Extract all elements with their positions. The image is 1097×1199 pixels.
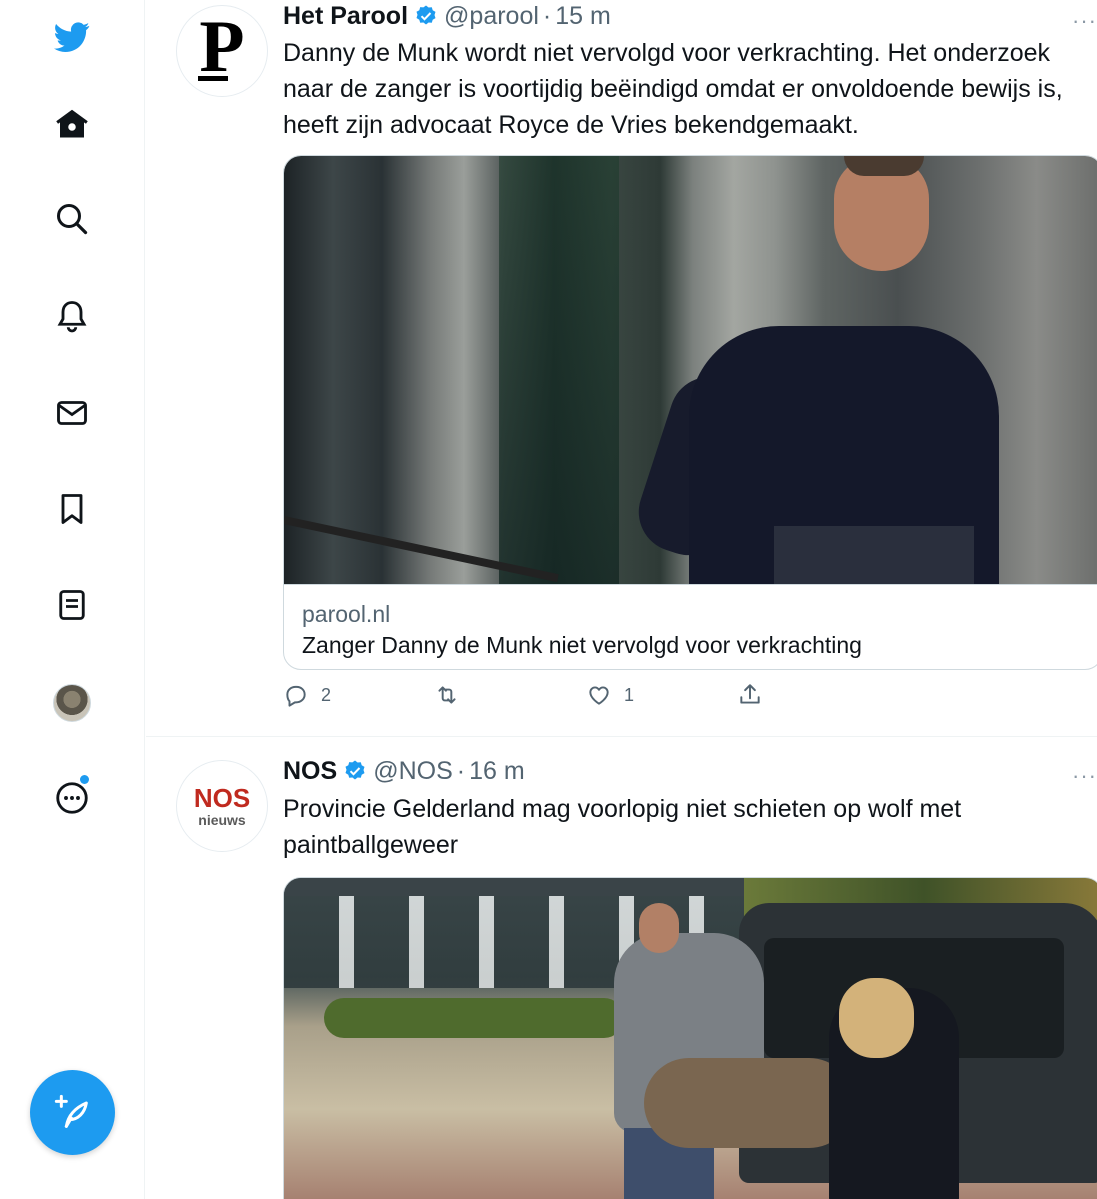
timestamp[interactable]: 15 m (555, 2, 611, 31)
tweet-header: Het Parool @parool · 15 m (283, 0, 611, 32)
card-meta: parool.nl Zanger Danny de Munk niet verv… (284, 584, 1097, 669)
card-image (284, 156, 1097, 584)
parool-logo-bar (198, 76, 228, 81)
like-button[interactable]: 1 (586, 682, 634, 708)
search-icon[interactable] (47, 194, 97, 244)
more-options-icon[interactable]: ··· (1072, 763, 1097, 789)
verified-badge-icon (345, 760, 365, 780)
retweet-icon (438, 686, 456, 704)
timestamp[interactable]: 16 m (469, 757, 525, 786)
home-icon[interactable] (47, 99, 97, 149)
link-card[interactable]: parool.nl Zanger Danny de Munk niet verv… (283, 155, 1097, 670)
tweet-text: Provincie Gelderland mag voorlopig niet … (283, 795, 962, 859)
reply-count: 2 (321, 684, 332, 705)
card-domain: parool.nl (302, 601, 391, 627)
notifications-icon[interactable] (47, 291, 97, 341)
separator: · (542, 1, 552, 30)
nos-logo-text: NOS (193, 783, 251, 813)
tweet-text: Danny de Munk wordt niet vervolgd voor v… (283, 39, 1063, 139)
retweet-button[interactable] (434, 682, 460, 708)
messages-icon[interactable] (47, 388, 97, 438)
more-icon[interactable] (47, 773, 97, 823)
share-icon (740, 684, 760, 704)
heart-icon (589, 686, 609, 705)
tweet-image (284, 878, 1097, 1199)
compose-tweet-button[interactable] (30, 1070, 115, 1155)
compose-tweet-icon (54, 1094, 88, 1128)
tweet[interactable]: NOS nieuws NOS @NOS · 16 m ··· Provincie… (146, 738, 1097, 1199)
notification-dot (80, 775, 89, 784)
parool-logo: P (199, 6, 245, 88)
twitter-logo-icon[interactable] (47, 12, 97, 62)
like-count: 1 (624, 684, 635, 705)
nos-logo: NOS nieuws (194, 785, 250, 827)
reply-icon (286, 685, 306, 707)
verified-badge-icon (416, 5, 436, 25)
profile-avatar[interactable] (53, 684, 91, 722)
more-options-icon[interactable]: ··· (1072, 8, 1097, 34)
share-button[interactable] (737, 682, 763, 708)
card-title: Zanger Danny de Munk niet vervolgd voor … (302, 632, 862, 658)
author-name[interactable]: NOS (283, 757, 337, 786)
media-card[interactable] (283, 877, 1097, 1199)
reply-button[interactable]: 2 (283, 682, 331, 708)
author-handle[interactable]: @parool (444, 2, 539, 31)
author-avatar[interactable]: P (176, 5, 268, 97)
tweet-actions: 2 1 (283, 682, 1097, 718)
tweet-header: NOS @NOS · 16 m (283, 755, 525, 787)
sidebar (0, 0, 145, 1199)
separator: · (456, 756, 466, 785)
tweet[interactable]: P Het Parool @parool · 15 m ··· Danny de… (146, 0, 1097, 737)
lists-icon[interactable] (47, 580, 97, 630)
nos-logo-subtext: nieuws (198, 812, 246, 828)
author-avatar[interactable]: NOS nieuws (176, 760, 268, 852)
author-handle[interactable]: @NOS (373, 757, 453, 786)
bookmarks-icon[interactable] (47, 484, 97, 534)
author-name[interactable]: Het Parool (283, 2, 408, 31)
